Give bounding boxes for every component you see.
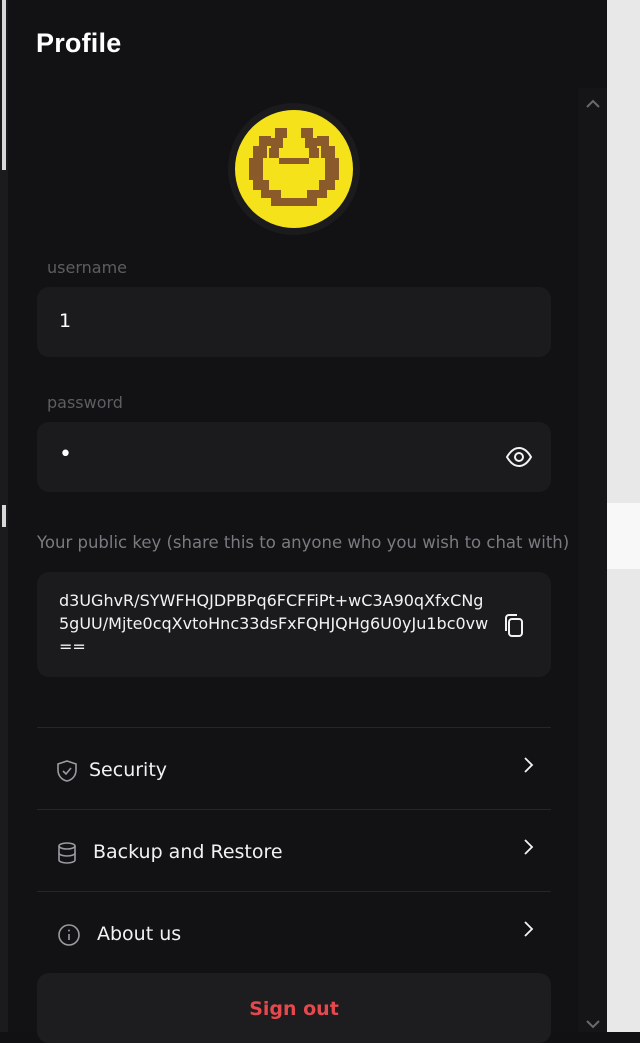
info-icon (57, 923, 81, 947)
public-key-box: d3UGhvR/SYWFHQJDPBPq6FCFFiPt+wC3A90qXfxC… (37, 572, 551, 677)
password-value[interactable]: • (59, 442, 72, 467)
menu-item-backup-restore[interactable]: Backup and Restore (37, 811, 551, 891)
shield-check-icon (55, 759, 79, 783)
menu-item-about-us[interactable]: About us (37, 893, 551, 973)
divider (37, 891, 551, 892)
show-password-eye-icon[interactable] (505, 443, 533, 471)
menu-item-label: Backup and Restore (93, 841, 283, 863)
copy-icon[interactable] (501, 612, 527, 640)
pixel-avatar-icon (249, 128, 339, 206)
username-field[interactable]: 1 (37, 287, 551, 357)
chevron-right-icon (521, 919, 535, 939)
scroll-up-icon[interactable] (578, 94, 608, 116)
password-field[interactable]: • (37, 422, 551, 492)
chevron-right-icon (521, 755, 535, 775)
username-value[interactable]: 1 (59, 310, 71, 332)
divider (37, 727, 551, 728)
menu-item-label: Security (89, 759, 168, 781)
password-label: password (47, 393, 123, 412)
scroll-track[interactable] (578, 88, 608, 1032)
public-key-label: Your public key (share this to anyone wh… (37, 533, 570, 552)
divider (37, 809, 551, 810)
username-label: username (47, 258, 127, 277)
avatar[interactable] (228, 103, 360, 235)
window-scroll-thumb[interactable] (607, 503, 640, 569)
database-icon (55, 841, 79, 865)
public-key-value: d3UGhvR/SYWFHQJDPBPq6FCFFiPt+wC3A90qXfxC… (59, 591, 489, 656)
avatar-image (235, 110, 353, 228)
sign-out-button[interactable]: Sign out (37, 973, 551, 1043)
chevron-right-icon (521, 837, 535, 857)
sign-out-label: Sign out (249, 998, 339, 1020)
menu-item-label: About us (97, 923, 182, 945)
menu-item-security[interactable]: Security (37, 729, 551, 809)
window-left-edge (0, 0, 8, 1032)
scroll-down-icon[interactable] (578, 1014, 608, 1036)
page-title: Profile (36, 28, 122, 58)
